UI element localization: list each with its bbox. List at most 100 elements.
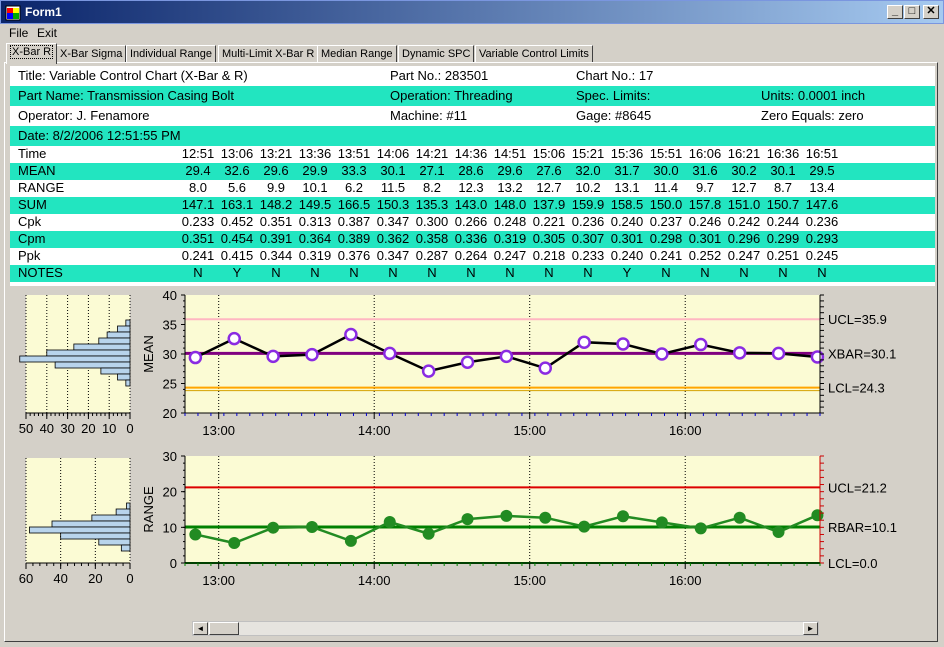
hist-bar	[73, 343, 131, 351]
tab-median-range[interactable]: Median Range	[317, 45, 397, 63]
data-point	[383, 346, 397, 361]
table-cell: 137.9	[532, 197, 566, 212]
table-cell: 0.358	[415, 231, 449, 246]
hist-bar	[29, 526, 131, 534]
data-point	[771, 346, 786, 361]
table-cell: 29.4	[185, 163, 211, 178]
units-field: Units: 0.0001 inch	[761, 88, 866, 103]
center-label: RBAR=10.1	[828, 520, 897, 535]
table-cell: 13.2	[497, 180, 523, 195]
table-cell: 0.313	[298, 214, 332, 229]
hist-x-tick-label: 40	[53, 571, 67, 586]
tab-dynamic-spc[interactable]: Dynamic SPC	[398, 45, 475, 63]
lcl-label: LCL=24.3	[828, 381, 885, 396]
table-cell: 0.264	[454, 248, 488, 263]
table-cell: N	[583, 265, 593, 280]
menu-exit[interactable]: Exit	[37, 26, 57, 40]
tab-multi-limit-xbar-r[interactable]: Multi-Limit X-Bar R	[218, 45, 319, 63]
scroll-right-arrow-icon[interactable]: ►	[803, 622, 818, 635]
table-cell: N	[310, 265, 320, 280]
table-cell: 12.7	[731, 180, 757, 195]
hist-bar	[125, 379, 131, 387]
ucl-label: UCL=35.9	[828, 312, 887, 327]
table-cell: 31.6	[692, 163, 718, 178]
data-point	[772, 525, 785, 538]
hist-x-tick-label: 50	[19, 421, 33, 436]
table-cell: 0.233	[181, 214, 215, 229]
x-tick-label: 14:00	[358, 573, 391, 588]
table-cell: 0.344	[259, 248, 293, 263]
data-point	[421, 364, 436, 378]
table-cell: 13.1	[614, 180, 640, 195]
data-point	[227, 331, 241, 346]
header-row-1: Title: Variable Control Chart (X-Bar & R…	[10, 66, 935, 86]
table-cell: 0.247	[493, 248, 527, 263]
x-tick-label: 16:00	[669, 423, 702, 438]
hist-bar	[125, 319, 131, 327]
data-point	[188, 350, 203, 365]
table-cell: 0.240	[610, 214, 644, 229]
hist-bar	[98, 538, 131, 546]
data-point	[344, 534, 357, 547]
x-tick-label: 15:00	[513, 573, 546, 588]
scroll-left-arrow-icon[interactable]: ◄	[193, 622, 208, 635]
table-cell: N	[349, 265, 359, 280]
table-cell: 0.244	[766, 214, 800, 229]
data-point	[578, 520, 591, 533]
table-cell: 9.7	[695, 180, 715, 195]
table-cell: 30.1	[770, 163, 796, 178]
menu-file[interactable]: File	[9, 26, 28, 40]
table-cell: 0.221	[532, 214, 566, 229]
close-button[interactable]: ✕	[923, 5, 939, 19]
hist-x-tick-label: 60	[19, 571, 33, 586]
hist-x-tick-label: 0	[126, 571, 133, 586]
part-no-field: Part No.: 283501	[390, 68, 489, 83]
x-tick-label: 13:00	[202, 573, 235, 588]
tab-xbar-sigma[interactable]: X-Bar Sigma	[56, 45, 127, 63]
y-tick-label: 35	[163, 318, 177, 333]
table-cell: 0.347	[376, 214, 410, 229]
y-tick-label: 20	[163, 485, 177, 500]
data-point	[266, 349, 280, 364]
table-cell: 12.7	[536, 180, 562, 195]
table-cell: 32.0	[575, 163, 601, 178]
table-cell: 143.0	[454, 197, 488, 212]
minimize-button[interactable]: _	[887, 5, 903, 19]
horizontal-scrollbar[interactable]: ◄ ►	[192, 621, 819, 636]
table-cell: 33.3	[341, 163, 367, 178]
tab-variable-control-limits[interactable]: Variable Control Limits	[475, 45, 593, 63]
table-cell: 0.299	[766, 231, 800, 246]
table-cell: 0.301	[610, 231, 644, 246]
scroll-thumb[interactable]	[209, 622, 239, 635]
tab-xbar-r[interactable]: X-Bar R	[6, 43, 58, 64]
table-cell: 150.0	[649, 197, 683, 212]
y-tick-label: 10	[163, 520, 177, 535]
table-cell: 0.376	[337, 248, 371, 263]
maximize-button[interactable]: □	[904, 5, 920, 19]
table-cell: 0.347	[376, 248, 410, 263]
ucl-label: UCL=21.2	[828, 480, 887, 495]
data-point	[267, 521, 280, 534]
menu-bar: File Exit	[0, 24, 944, 42]
header-row-4: Date: 8/2/2006 12:51:55 PM	[10, 126, 935, 146]
table-cell: 158.5	[610, 197, 644, 212]
tab-individual-range[interactable]: Individual Range	[126, 45, 216, 63]
hist-bar	[117, 373, 131, 381]
row-label: RANGE	[18, 180, 65, 195]
table-cell: 30.2	[731, 163, 757, 178]
table-cell: 147.6	[805, 197, 839, 212]
table-cell: Y	[622, 265, 632, 280]
table-cell: 8.7	[773, 180, 793, 195]
data-point	[577, 335, 591, 349]
table-cell: 10.2	[575, 180, 601, 195]
table-cell: 27.1	[419, 163, 445, 178]
table-cell: 0.241	[649, 248, 683, 263]
table-row-range: RANGE 8.0 5.6 9.9 10.1 6.2 11.5 8.2 12.3 13.2 12.7…	[10, 180, 935, 197]
zero-equals-field: Zero Equals: zero	[761, 108, 864, 123]
y-tick-label: 25	[163, 377, 177, 392]
range-plot-area	[185, 456, 820, 563]
data-point	[694, 522, 707, 535]
table-cell: N	[466, 265, 476, 280]
row-label: NOTES	[18, 265, 63, 280]
table-cell: 15:36	[610, 146, 644, 161]
